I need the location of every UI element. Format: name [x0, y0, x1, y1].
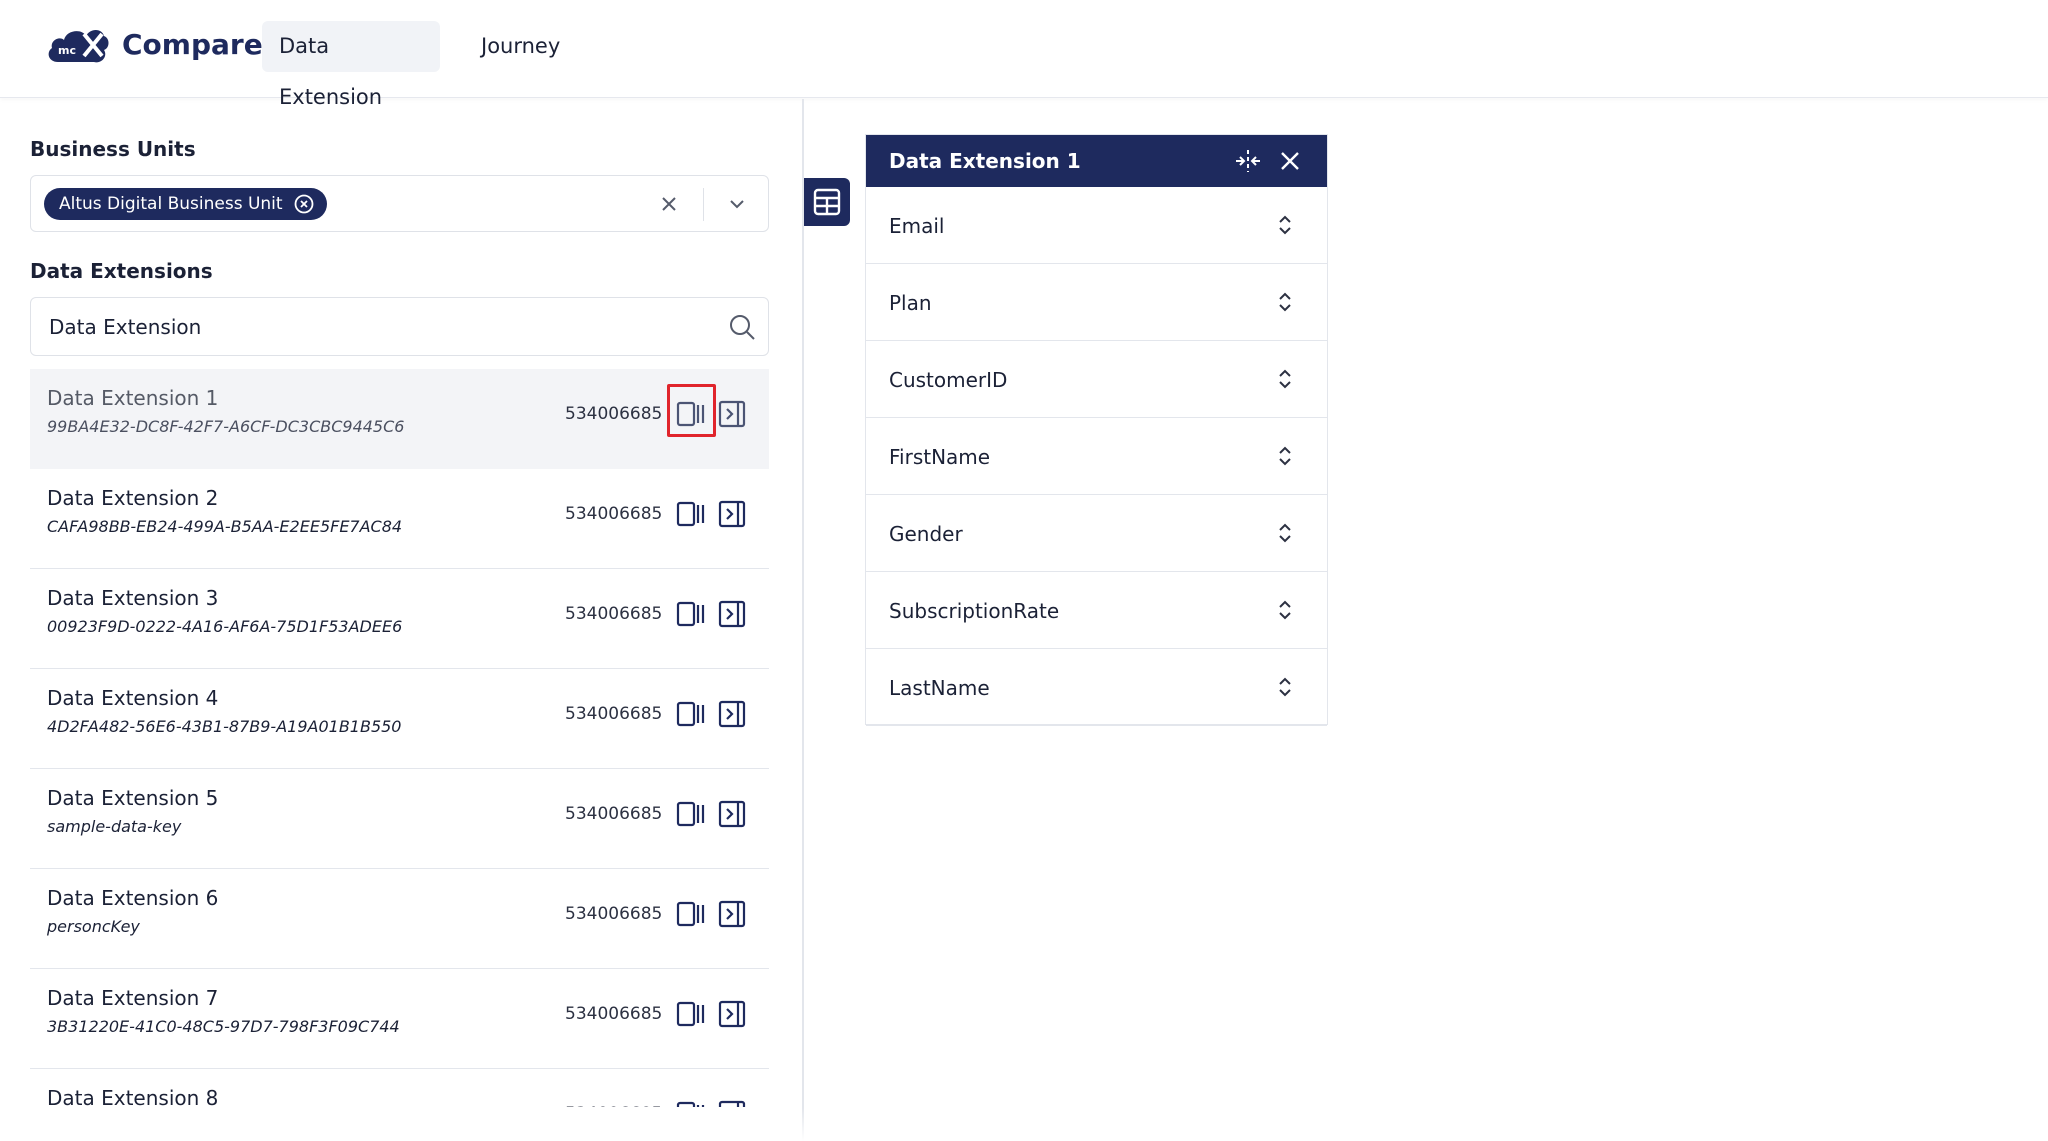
sort-icon[interactable]	[1273, 598, 1297, 622]
field-row[interactable]: CustomerID	[866, 341, 1327, 418]
compare-view-icon[interactable]	[675, 798, 707, 830]
bottom-fade	[0, 1108, 2048, 1141]
item-key: 3B31220E-41C0-48C5-97D7-798F3F09C744	[47, 1017, 400, 1036]
sort-icon[interactable]	[1273, 675, 1297, 699]
field-name: Plan	[889, 291, 932, 315]
list-item[interactable]: Data Extension 6 personcKey 534006685	[30, 869, 769, 969]
list-item[interactable]: Data Extension 8 534006685	[30, 1069, 769, 1107]
business-unit-chip-label: Altus Digital Business Unit	[59, 194, 283, 214]
field-name: FirstName	[889, 445, 991, 469]
search-input[interactable]	[49, 298, 689, 355]
compare-view-icon[interactable]	[675, 498, 707, 530]
list-item[interactable]: Data Extension 1 99BA4E32-DC8F-42F7-A6CF…	[30, 369, 769, 469]
field-name: Email	[889, 214, 945, 238]
field-row[interactable]: SubscriptionRate	[866, 572, 1327, 649]
list-item[interactable]: Data Extension 2 CAFA98BB-EB24-499A-B5AA…	[30, 469, 769, 569]
logo-text: mc	[58, 44, 76, 57]
compare-view-icon[interactable]	[675, 398, 707, 430]
sort-icon[interactable]	[1273, 367, 1297, 391]
business-unit-select[interactable]: Altus Digital Business Unit	[30, 175, 769, 232]
item-mid: 534006685	[565, 604, 663, 624]
field-name: SubscriptionRate	[889, 599, 1060, 623]
open-panel-icon[interactable]	[716, 598, 748, 630]
data-extension-list: Data Extension 1 99BA4E32-DC8F-42F7-A6CF…	[30, 369, 769, 1107]
item-mid: 534006685	[565, 904, 663, 924]
open-panel-icon[interactable]	[716, 798, 748, 830]
sort-icon[interactable]	[1273, 444, 1297, 468]
panel-title: Data Extension 1	[889, 149, 1081, 173]
field-row[interactable]: Gender	[866, 495, 1327, 572]
list-item[interactable]: Data Extension 4 4D2FA482-56E6-43B1-87B9…	[30, 669, 769, 769]
data-extension-search	[30, 297, 769, 356]
compare-view-icon[interactable]	[675, 698, 707, 730]
open-panel-icon[interactable]	[716, 898, 748, 930]
item-key: sample-data-key	[47, 817, 182, 836]
brand-name: Compare	[122, 28, 263, 61]
clear-icon[interactable]	[657, 192, 681, 216]
field-name: LastName	[889, 676, 990, 700]
panel-header: Data Extension 1	[866, 135, 1327, 187]
close-icon[interactable]	[1278, 149, 1302, 173]
compare-view-icon[interactable]	[675, 1098, 707, 1107]
item-name: Data Extension 7	[47, 986, 219, 1010]
field-list: Email Plan CustomerID FirstName Gender S…	[866, 187, 1327, 726]
logo-icon[interactable]: mc	[44, 22, 110, 70]
item-name: Data Extension 2	[47, 486, 219, 510]
open-panel-icon[interactable]	[716, 998, 748, 1030]
item-key: 99BA4E32-DC8F-42F7-A6CF-DC3CBC9445C6	[47, 417, 405, 436]
item-mid: 534006685	[565, 404, 663, 424]
business-unit-chip: Altus Digital Business Unit	[44, 188, 327, 220]
list-item[interactable]: Data Extension 5 sample-data-key 5340066…	[30, 769, 769, 869]
tab-journey[interactable]: Journey	[464, 21, 574, 72]
chevron-down-icon[interactable]	[725, 192, 749, 216]
compare-view-icon[interactable]	[675, 898, 707, 930]
tab-data-extension[interactable]: Data Extension	[262, 21, 440, 109]
business-units-label: Business Units	[30, 137, 196, 161]
item-name: Data Extension 5	[47, 786, 219, 810]
table-grid-icon	[813, 188, 841, 216]
search-icon[interactable]	[728, 313, 756, 341]
sort-icon[interactable]	[1273, 521, 1297, 545]
item-key: personcKey	[47, 917, 140, 936]
field-row[interactable]: FirstName	[866, 418, 1327, 495]
select-divider	[703, 188, 704, 221]
item-mid: 534006685	[565, 1104, 662, 1107]
item-name: Data Extension 6	[47, 886, 219, 910]
field-row[interactable]: LastName	[866, 649, 1327, 726]
item-name: Data Extension 4	[47, 686, 219, 710]
data-extensions-label: Data Extensions	[30, 259, 213, 283]
open-panel-icon[interactable]	[716, 398, 748, 430]
open-panel-icon[interactable]	[716, 698, 748, 730]
list-item[interactable]: Data Extension 7 3B31220E-41C0-48C5-97D7…	[30, 969, 769, 1069]
item-mid: 534006685	[565, 1004, 663, 1024]
item-key: 00923F9D-0222-4A16-AF6A-75D1F53ADEE6	[47, 617, 403, 636]
sort-icon[interactable]	[1273, 290, 1297, 314]
item-key: 4D2FA482-56E6-43B1-87B9-A19A01B1B550	[47, 717, 402, 736]
item-name: Data Extension 1	[47, 386, 219, 410]
field-row[interactable]: Plan	[866, 264, 1327, 341]
open-panel-icon[interactable]	[716, 498, 748, 530]
list-item[interactable]: Data Extension 3 00923F9D-0222-4A16-AF6A…	[30, 569, 769, 669]
item-key: CAFA98BB-EB24-499A-B5AA-E2EE5FE7AC84	[47, 517, 403, 536]
item-name: Data Extension 3	[47, 586, 219, 610]
sort-icon[interactable]	[1273, 213, 1297, 237]
field-row[interactable]: Email	[866, 187, 1327, 264]
top-header: mc Compare Data Extension Journey	[0, 0, 2048, 109]
field-name: CustomerID	[889, 368, 1008, 392]
item-name: Data Extension 8	[47, 1086, 219, 1107]
compare-view-icon[interactable]	[675, 998, 707, 1030]
collapse-icon[interactable]	[1234, 148, 1262, 174]
data-extension-panel: Data Extension 1 Email Plan CustomerID F…	[865, 134, 1328, 726]
close-circle-icon[interactable]	[293, 193, 315, 215]
item-mid: 534006685	[565, 704, 663, 724]
open-panel-icon[interactable]	[716, 1098, 748, 1107]
field-name: Gender	[889, 522, 963, 546]
item-mid: 534006685	[565, 504, 663, 524]
item-mid: 534006685	[565, 804, 663, 824]
compare-view-icon[interactable]	[675, 598, 707, 630]
table-view-toggle[interactable]	[804, 178, 850, 226]
left-pane: Business Units Altus Digital Business Un…	[0, 99, 804, 1141]
